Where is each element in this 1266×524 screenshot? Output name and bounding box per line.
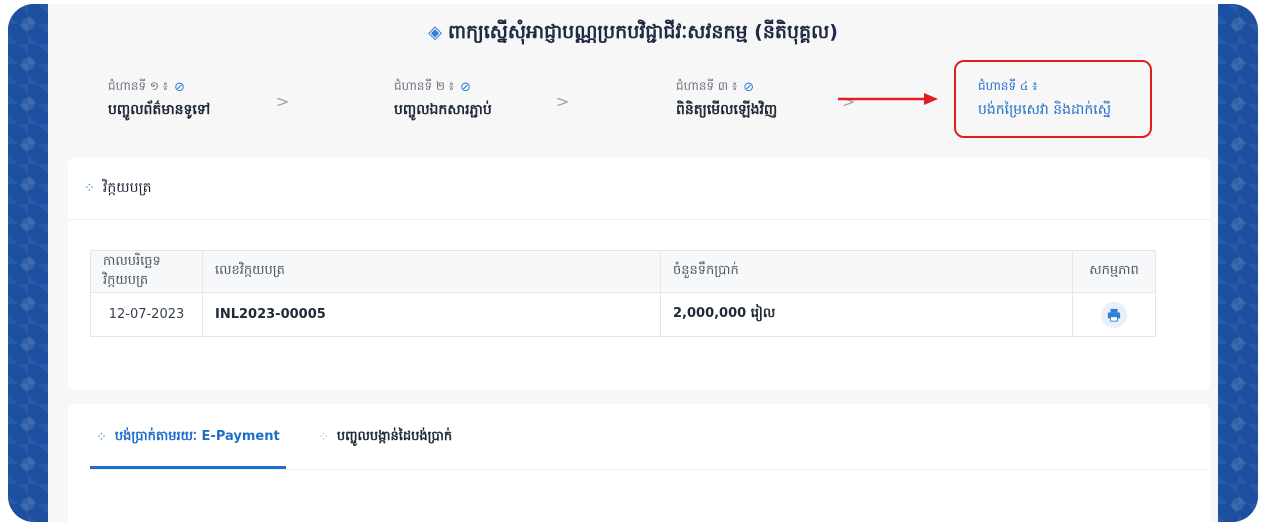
table-header-row: កាលបរិច្ឆេទវិក្កយបត្រ លេខវិក្កយបត្រ ចំនួ…	[90, 250, 1156, 293]
invoice-card: ⁘ វិក្កយបត្រ កាលបរិច្ឆេទវិក្កយបត្រ លេខវិ…	[68, 158, 1210, 390]
col-header-invoice-number: លេខវិក្កយបត្រ	[202, 250, 661, 293]
dots-diamond-icon: ⁘	[96, 430, 107, 445]
invoice-card-header: ⁘ វិក្កយបត្រ	[68, 158, 1210, 220]
step-number: ជំហានទី ២ ៖	[394, 79, 455, 93]
step-label: ពិនិត្យមើលឡើងវិញ	[676, 102, 778, 118]
decorative-border-left	[8, 4, 48, 522]
cell-amount: 2,000,000 រៀល	[660, 292, 1073, 337]
check-circle-icon: ⊘	[460, 79, 471, 95]
invoice-section-title: វិក្កយបត្រ	[102, 180, 152, 196]
diamond-icon: ◈	[428, 22, 442, 43]
chevron-right-icon: >	[276, 92, 290, 111]
col-header-action: សកម្មភាព	[1072, 250, 1156, 293]
step-label: បញ្ចូលឯកសារភ្ជាប់	[394, 102, 492, 118]
check-circle-icon: ⊘	[174, 79, 185, 95]
annotation-arrow	[838, 93, 938, 105]
payment-tabs: ⁘ បង់ប្រាក់តាមរយៈ E-Payment ⁘ បញ្ចូលបង្ក…	[90, 404, 1208, 470]
main-panel: ◈ ពាក្យស្នើសុំអាជ្ញាបណ្ណប្រកបវិជ្ជាជីវៈសវ…	[48, 4, 1218, 522]
printer-icon	[1107, 308, 1121, 322]
dots-diamond-icon: ⁘	[84, 181, 95, 196]
col-header-amount: ចំនួនទឹកប្រាក់	[660, 250, 1073, 293]
invoice-table: កាលបរិច្ឆេទវិក្កយបត្រ លេខវិក្កយបត្រ ចំនួ…	[90, 250, 1156, 337]
step-label: បញ្ចូលព័ត៌មានទូទៅ	[108, 102, 211, 118]
cell-invoice-number: INL2023-00005	[202, 292, 661, 337]
tab-e-payment[interactable]: ⁘ បង់ប្រាក់តាមរយៈ E-Payment	[96, 428, 280, 447]
decorative-border-right	[1218, 4, 1258, 522]
cell-invoice-date: 12-07-2023	[90, 292, 203, 337]
step-number: ជំហានទី ១ ៖	[108, 79, 169, 93]
step-number: ជំហានទី ៣ ៖	[676, 79, 738, 93]
tab-upload-receipt[interactable]: ⁘ បញ្ចូលបង្កាន់ដៃបង់ប្រាក់	[318, 428, 452, 447]
dots-diamond-icon: ⁘	[318, 430, 329, 445]
annotation-highlight-box	[954, 60, 1152, 138]
window-frame: ◈ ពាក្យស្នើសុំអាជ្ញាបណ្ណប្រកបវិជ្ជាជីវៈសវ…	[8, 4, 1258, 522]
check-circle-icon: ⊘	[743, 79, 755, 95]
step-1[interactable]: ជំហានទី ១ ៖ ⊘ បញ្ចូលព័ត៌មានទូទៅ >	[108, 78, 289, 121]
page-title: ◈ ពាក្យស្នើសុំអាជ្ញាបណ្ណប្រកបវិជ្ជាជីវៈសវ…	[428, 21, 838, 43]
step-2[interactable]: ជំហានទី ២ ៖ ⊘ បញ្ចូលឯកសារភ្ជាប់ >	[394, 78, 569, 121]
chevron-right-icon: >	[556, 92, 570, 111]
payment-card: ⁘ បង់ប្រាក់តាមរយៈ E-Payment ⁘ បញ្ចូលបង្ក…	[68, 404, 1210, 522]
cell-action	[1072, 292, 1156, 337]
step-3[interactable]: ជំហានទី ៣ ៖ ⊘ ពិនិត្យមើលឡើងវិញ >	[676, 78, 855, 121]
print-button[interactable]	[1101, 301, 1127, 328]
active-tab-indicator	[90, 466, 286, 469]
col-header-invoice-date: កាលបរិច្ឆេទវិក្កយបត្រ	[90, 250, 203, 293]
table-row: 12-07-2023 INL2023-00005 2,000,000 រៀល	[90, 292, 1156, 337]
